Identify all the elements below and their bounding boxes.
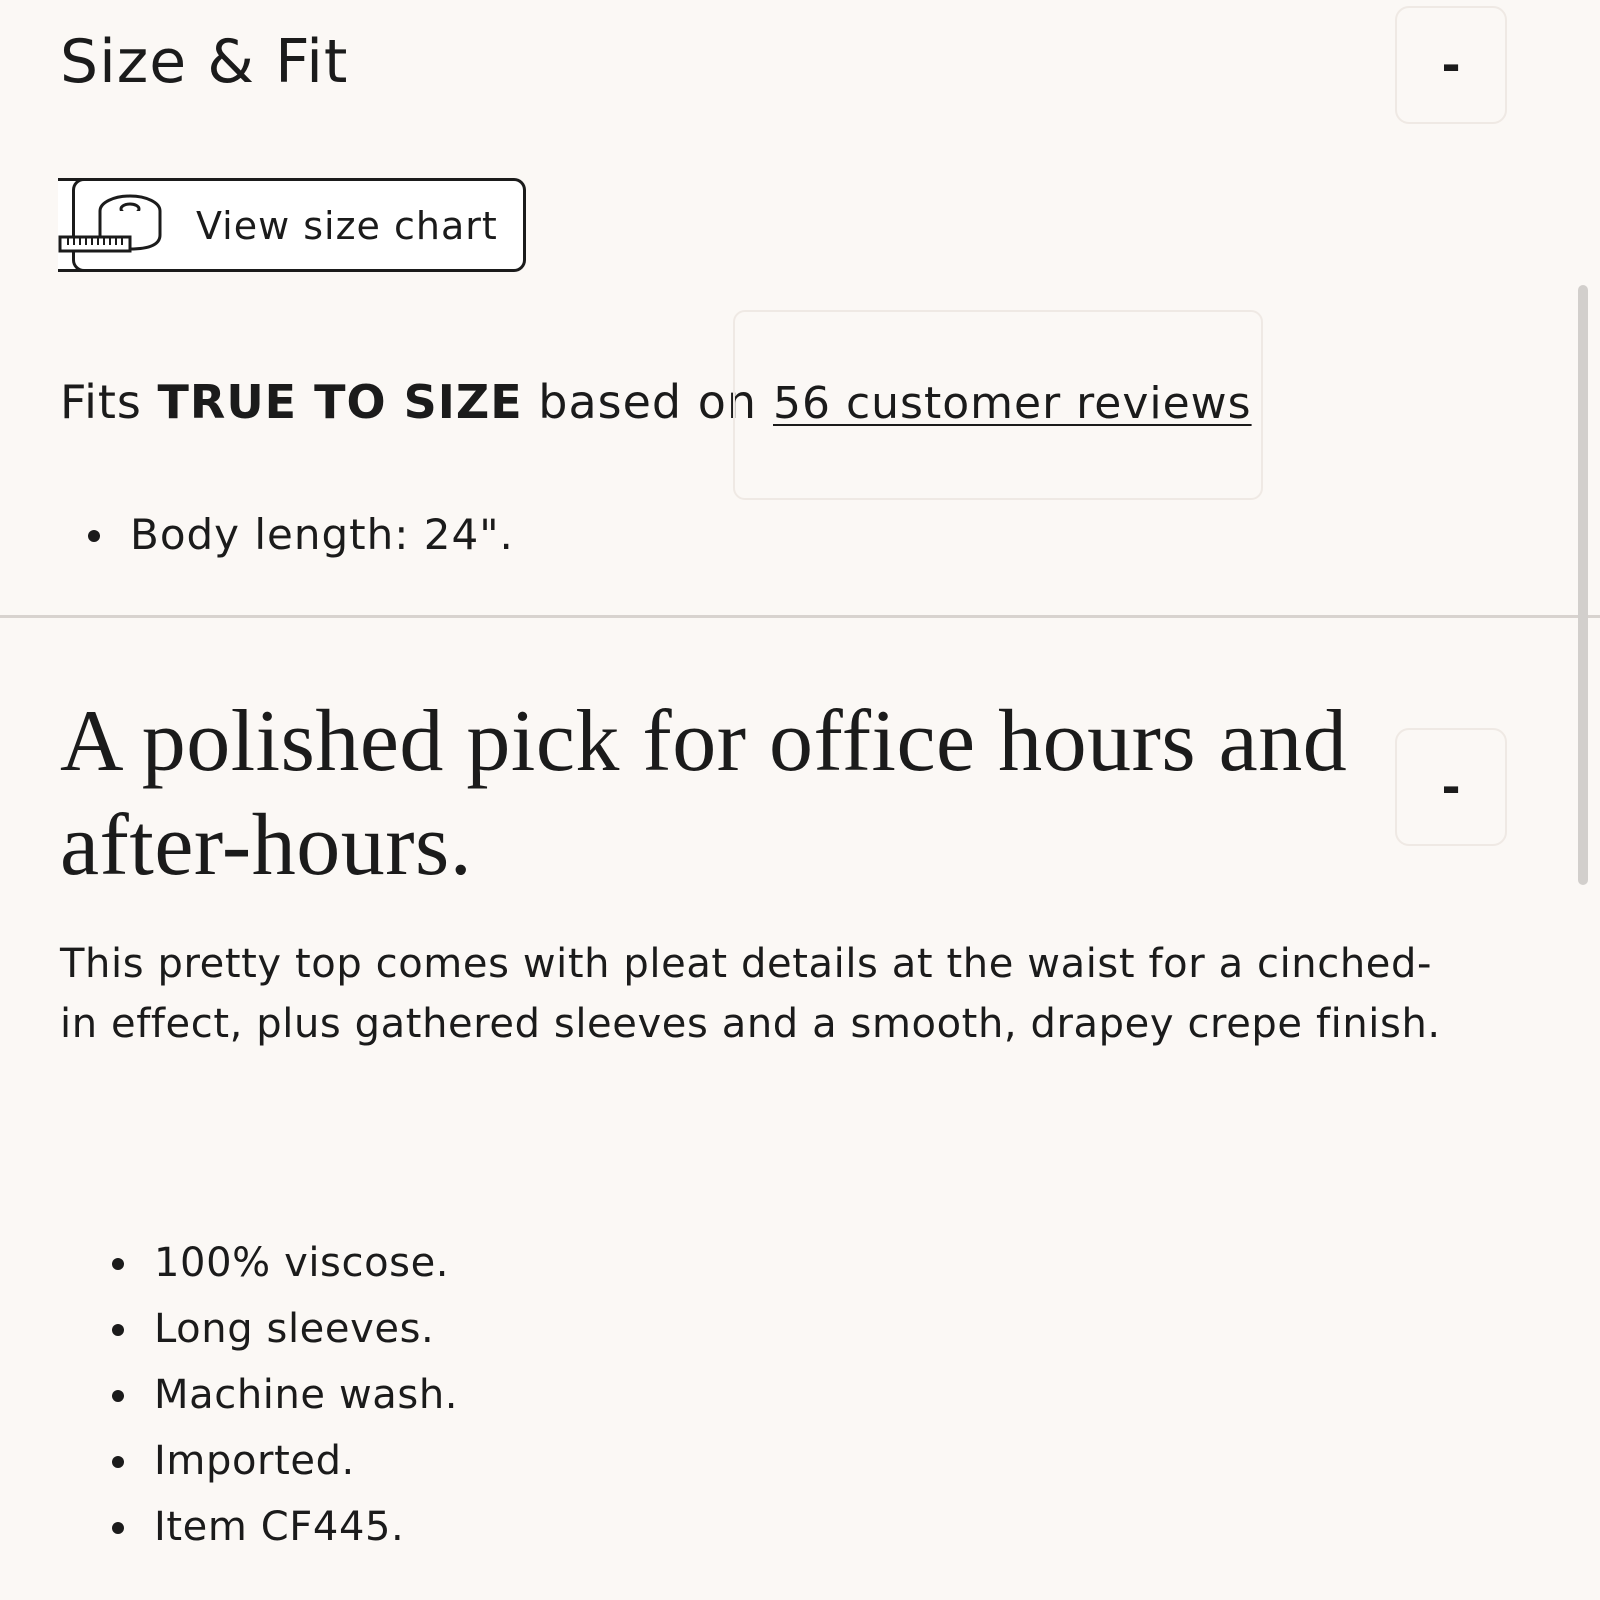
measurements-list: Body length: 24". [88,506,514,564]
reviews-link-container[interactable]: 56 customer reviews [733,310,1263,500]
fit-prefix: Fits [60,375,158,429]
fit-value: TRUE TO SIZE [157,375,523,429]
section-divider [0,615,1600,618]
list-item: Long sleeves. [112,1296,458,1362]
description-collapse-button[interactable]: - [1395,728,1507,846]
scrollbar-thumb[interactable] [1578,285,1588,885]
list-item: Body length: 24". [88,506,514,564]
view-size-chart-label: View size chart [196,204,498,248]
size-fit-title: Size & Fit [60,27,349,97]
customer-reviews-link[interactable]: 56 customer reviews [773,372,1252,436]
list-item: Machine wash. [112,1362,458,1428]
fit-summary: Fits TRUE TO SIZE based on [60,370,757,434]
list-item: Imported. [112,1428,458,1494]
list-item: Item CF445. [112,1494,458,1560]
product-headline: A polished pick for office hours and aft… [60,693,1348,894]
fit-suffix: based on [522,375,758,429]
list-item: 100% viscose. [112,1230,458,1296]
product-description: This pretty top comes with pleat details… [60,941,1441,1047]
size-fit-collapse-button[interactable]: - [1395,6,1507,124]
minus-icon: - [1441,38,1461,92]
product-details-list: 100% viscose. Long sleeves. Machine wash… [112,1230,458,1560]
measuring-tape-icon [58,194,162,253]
view-size-chart-button[interactable]: View size chart [58,178,526,272]
minus-icon: - [1441,760,1461,814]
